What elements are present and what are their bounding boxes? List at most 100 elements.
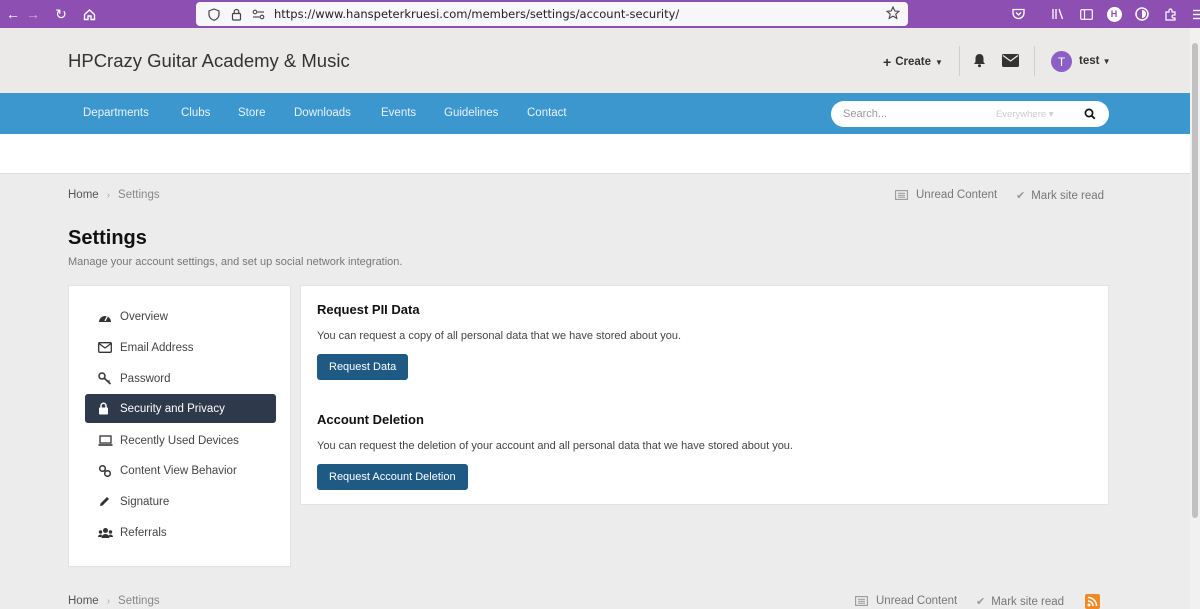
sidebar-item-label: Overview <box>120 310 168 323</box>
sidebar-item-content-view[interactable]: Content View Behavior <box>85 456 276 485</box>
bookmark-star-icon[interactable] <box>885 5 901 25</box>
scrollbar-thumb[interactable] <box>1192 43 1198 518</box>
unread-content-label: Unread Content <box>916 189 998 201</box>
sidebar-item-overview[interactable]: Overview <box>85 302 276 331</box>
site-header: HPCrazy Guitar Academy & Music + Create … <box>0 28 1190 93</box>
avatar[interactable]: T <box>1051 51 1072 72</box>
nav-events[interactable]: Events <box>381 107 416 119</box>
nav-departments[interactable]: Departments <box>83 107 149 119</box>
key-icon <box>98 372 120 385</box>
newspaper-icon <box>895 190 908 200</box>
account-icon[interactable]: H <box>1100 0 1128 28</box>
newspaper-icon <box>855 596 868 606</box>
breadcrumb-bottom: Home › Settings <box>68 595 160 607</box>
nav-downloads[interactable]: Downloads <box>294 107 351 119</box>
url-text: https://www.hanspeterkruesi.com/members/… <box>274 7 680 21</box>
sidebar-item-label: Password <box>120 372 171 385</box>
announcement-strip <box>0 134 1190 174</box>
dashboard-icon <box>98 311 120 323</box>
forward-icon[interactable]: → <box>20 0 46 28</box>
sidebar-item-password[interactable]: Password <box>85 364 276 393</box>
search-placeholder: Search... <box>843 108 888 120</box>
sidebar-item-signature[interactable]: Signature <box>85 487 276 516</box>
nav-clubs[interactable]: Clubs <box>181 107 210 119</box>
envelope-icon[interactable] <box>1002 54 1019 72</box>
sidebar-toggle-icon[interactable] <box>1072 0 1100 28</box>
header-divider <box>959 46 960 76</box>
user-menu[interactable]: test ▼ <box>1079 55 1111 67</box>
pii-section-text: You can request a copy of all personal d… <box>317 330 682 342</box>
mark-site-read-label: Mark site read <box>991 595 1065 608</box>
breadcrumb-current[interactable]: Settings <box>118 189 160 201</box>
search-scope-label: Everywhere <box>996 109 1047 120</box>
security-privacy-panel: Request PII Data You can request a copy … <box>300 285 1109 505</box>
mark-site-read-label: Mark site read <box>1031 189 1105 202</box>
deletion-section-title: Account Deletion <box>317 412 424 427</box>
request-data-button[interactable]: Request Data <box>317 354 409 380</box>
extension-shield-icon[interactable] <box>1128 0 1156 28</box>
sidebar-item-referrals[interactable]: Referrals <box>85 518 276 547</box>
sidebar-item-label: Recently Used Devices <box>120 434 239 447</box>
check-icon: ✔ <box>1016 190 1026 202</box>
lock-icon <box>226 8 246 21</box>
sidebar-item-label: Security and Privacy <box>120 402 225 415</box>
sidebar-item-label: Email Address <box>120 341 194 354</box>
unread-content-label: Unread Content <box>876 595 958 607</box>
pii-section-title: Request PII Data <box>317 302 420 317</box>
library-icon[interactable] <box>1044 0 1072 28</box>
breadcrumb-home[interactable]: Home <box>68 595 99 607</box>
header-divider <box>1034 46 1035 76</box>
sidebar-item-devices[interactable]: Recently Used Devices <box>85 426 276 455</box>
unread-content-link[interactable]: Unread Content <box>895 189 997 201</box>
nav-contact[interactable]: Contact <box>527 107 567 119</box>
create-label: Create <box>895 56 931 68</box>
home-icon[interactable] <box>76 0 102 28</box>
search-scope-select[interactable]: Everywhere ▾ <box>996 109 1054 120</box>
site-title[interactable]: HPCrazy Guitar Academy & Music <box>68 50 350 72</box>
reload-icon[interactable]: ↻ <box>48 0 74 28</box>
search-icon[interactable] <box>1084 107 1096 125</box>
search-input[interactable]: Search... Everywhere ▾ <box>831 101 1109 127</box>
check-icon: ✔ <box>976 596 986 608</box>
breadcrumb-home[interactable]: Home <box>68 189 99 201</box>
nav-guidelines[interactable]: Guidelines <box>444 107 498 119</box>
sidebar-item-label: Signature <box>120 495 170 508</box>
pencil-icon <box>98 495 120 508</box>
envelope-icon <box>98 342 120 353</box>
sidebar-item-label: Content View Behavior <box>120 464 237 477</box>
mark-site-read-link[interactable]: ✔ Mark site read <box>1016 189 1105 203</box>
browser-toolbar: ← → ↻ https://www.hanspeterkruesi.com/me… <box>0 0 1200 28</box>
shield-icon <box>204 7 224 21</box>
extensions-icon[interactable] <box>1156 0 1184 28</box>
page-scrollbar[interactable] <box>1190 28 1200 609</box>
chevron-right-icon: › <box>106 189 111 201</box>
mark-site-read-link[interactable]: ✔ Mark site read <box>976 595 1065 609</box>
breadcrumb-current[interactable]: Settings <box>118 595 160 607</box>
permissions-icon[interactable] <box>248 9 268 20</box>
caret-down-icon: ▼ <box>1102 57 1111 66</box>
create-button[interactable]: + Create ▼ <box>883 55 943 69</box>
laptop-icon <box>98 435 120 446</box>
main-navigation: Departments Clubs Store Downloads Events… <box>0 93 1190 134</box>
menu-icon[interactable] <box>1184 0 1200 28</box>
sidebar-item-label: Referrals <box>120 526 167 539</box>
page-title: Settings <box>68 227 147 249</box>
caret-down-icon: ▼ <box>935 57 943 67</box>
nav-store[interactable]: Store <box>238 107 266 119</box>
rss-icon[interactable] <box>1085 594 1100 609</box>
address-bar[interactable]: https://www.hanspeterkruesi.com/members/… <box>196 2 908 26</box>
unread-content-link[interactable]: Unread Content <box>855 595 957 607</box>
pocket-icon[interactable] <box>1004 0 1032 28</box>
lock-icon <box>98 402 120 415</box>
user-name: test <box>1079 55 1100 67</box>
settings-sidebar: Overview Email Address Password Security… <box>68 285 291 567</box>
sidebar-item-email[interactable]: Email Address <box>85 333 276 362</box>
bell-icon[interactable] <box>972 53 987 73</box>
users-icon <box>98 527 120 539</box>
page-description: Manage your account settings, and set up… <box>68 256 403 268</box>
breadcrumb: Home › Settings <box>68 189 160 201</box>
link-icon <box>98 464 120 478</box>
request-account-deletion-button[interactable]: Request Account Deletion <box>317 464 468 490</box>
chevron-right-icon: › <box>106 595 111 607</box>
sidebar-item-security[interactable]: Security and Privacy <box>85 394 276 423</box>
